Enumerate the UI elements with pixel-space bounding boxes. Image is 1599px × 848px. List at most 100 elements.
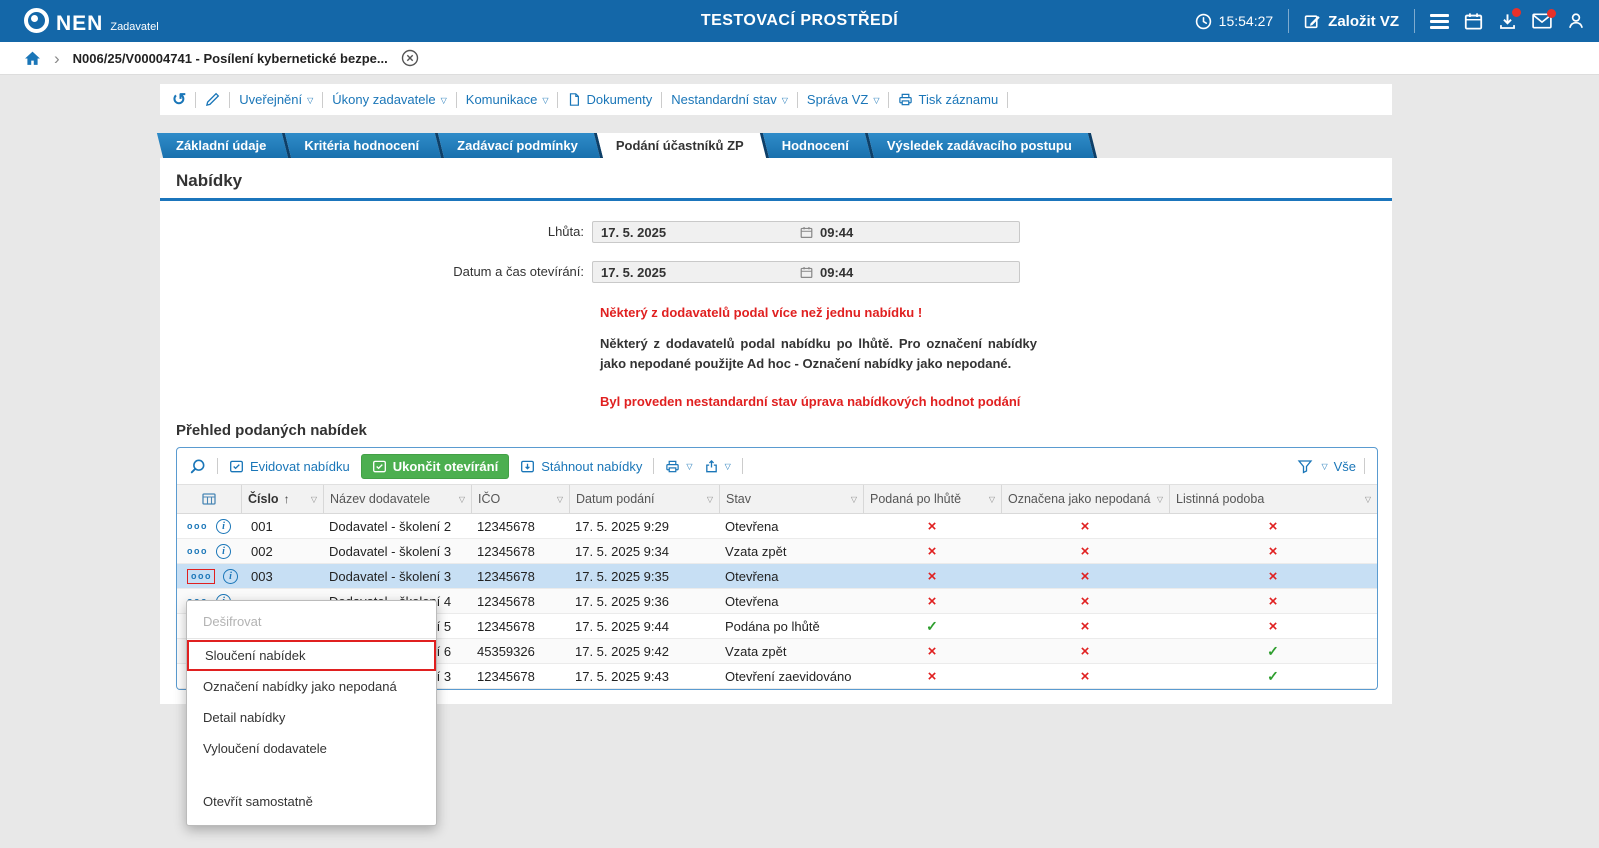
row-actions-icon[interactable]: ooo [187,522,208,531]
col-stav[interactable]: Stav▽ [719,485,863,513]
tab-zakladni-udaje[interactable]: Základní údaje [160,133,288,158]
tab-kriteria-hodnoceni[interactable]: Kritéria hodnocení [288,133,441,158]
calendar-small-icon[interactable] [800,266,813,279]
lhuta-field[interactable]: 17. 5. 2025 09:44 [592,221,1020,243]
tab-vysledek-zadavaciho-postupu[interactable]: Výsledek zadávacího postupu [871,133,1094,158]
cell-nepodana: × [1001,669,1169,684]
messages-icon[interactable] [1532,13,1552,29]
cell-listinna: ✓ [1169,644,1377,658]
table-row[interactable]: ooo 002 Dodavatel - školení 3 12345678 1… [177,539,1377,564]
cell-nepodana: × [1001,519,1169,534]
table-row-selected[interactable]: ooo 003 Dodavatel - školení 3 12345678 1… [177,564,1377,589]
col-datum-podani[interactable]: Datum podání▽ [569,485,719,513]
calendar-icon[interactable] [1464,12,1483,31]
home-icon[interactable] [24,50,41,67]
cell-nepodana: × [1001,569,1169,584]
cell-nazev: Dodavatel - školení 3 [323,544,471,559]
ctx-detail-nabidky[interactable]: Detail nabídky [187,702,436,733]
cell-po-lhute: × [863,544,1001,559]
info-icon[interactable] [216,544,231,559]
stahnout-nabidky-button[interactable]: Stáhnout nabídky [520,459,642,474]
menu-ukony-zadavatele[interactable]: Úkony zadavatele▽ [332,92,447,107]
filter-triangle-icon: ▽ [557,495,563,504]
cell-stav: Otevřena [719,519,863,534]
oteviranie-time-value[interactable]: 09:44 [813,265,1019,280]
tab-zadavaci-podminky[interactable]: Zadávací podmínky [441,133,600,158]
tab-podani-ucastniku-zp[interactable]: Podání účastníků ZP [600,133,766,158]
ctx-slouceni-nabidek[interactable]: Sloučení nabídek [187,640,436,671]
filter-icon[interactable] [1297,458,1313,474]
notification-badge [1512,8,1521,17]
filter-triangle-icon: ▽ [851,495,857,504]
col-cislo[interactable]: Číslo↑▽ [241,485,323,513]
info-icon[interactable] [216,519,231,534]
cell-po-lhute: × [863,569,1001,584]
cell-stav: Vzata zpět [719,544,863,559]
nen-brand[interactable]: NEN Zadavatel [24,8,159,34]
downloads-icon[interactable] [1498,12,1517,31]
row-actions-icon[interactable]: ooo [187,569,215,584]
breadcrumb[interactable]: N006/25/V00004741 - Posílení kybernetick… [73,51,388,66]
vse-dropdown[interactable]: ▽ Vše [1321,459,1356,474]
document-icon [567,92,581,107]
cell-ico: 12345678 [471,669,569,684]
filter-triangle-icon: ▽ [311,495,317,504]
lhuta-date-value[interactable]: 17. 5. 2025 [593,225,800,240]
brand-name: NEN [56,13,103,34]
menu-nestandardni-stav[interactable]: Nestandardní stav▽ [671,92,788,107]
ctx-oznaceni-nabidky-jako-nepodana[interactable]: Označení nabídky jako nepodaná [187,671,436,702]
col-listinna-podoba[interactable]: Listinná podoba▽ [1169,485,1377,513]
menu-komunikace[interactable]: Komunikace▽ [466,92,549,107]
print-table-button[interactable]: ▽ [665,459,692,474]
evidovat-nabidku-button[interactable]: Evidovat nabídku [229,459,350,474]
cell-nazev: Dodavatel - školení 2 [323,519,471,534]
cell-listinna: × [1169,569,1377,584]
menu-sprava-vz[interactable]: Správa VZ▽ [807,92,880,107]
ctx-vylouceni-dodavatele[interactable]: Vyloučení dodavatele [187,733,436,764]
col-podana-po-lhute[interactable]: Podaná po lhůtě▽ [863,485,1001,513]
col-oznacena-jako-nepodana[interactable]: Označena jako nepodaná▽ [1001,485,1169,513]
lhuta-time-value[interactable]: 09:44 [813,225,1019,240]
cell-nazev: Dodavatel - školení 3 [323,569,471,584]
close-icon[interactable] [401,49,419,67]
cell-listinna: × [1169,544,1377,559]
search-icon[interactable] [189,458,206,475]
menu-uverejneni[interactable]: Uveřejnění▽ [239,92,313,107]
chevron-down-icon: ▽ [782,97,788,105]
breadcrumb-bar: › N006/25/V00004741 - Posílení kyberneti… [0,42,1599,75]
table-row[interactable]: ooo 001 Dodavatel - školení 2 12345678 1… [177,514,1377,539]
col-nazev-dodavatele[interactable]: Název dodavatele▽ [323,485,471,513]
history-icon[interactable]: ↺ [172,91,186,108]
cell-listinna: × [1169,619,1377,634]
create-vz-button[interactable]: Založit VZ [1304,13,1399,30]
lhuta-label: Lhůta: [160,221,592,243]
oteviranie-field[interactable]: 17. 5. 2025 09:44 [592,261,1020,283]
cell-datum: 17. 5. 2025 9:36 [569,594,719,609]
alert-multiple-bids: Některý z dodavatelů podal více než jedn… [600,305,922,320]
row-actions-icon[interactable]: ooo [187,547,208,556]
oteviranie-date-value[interactable]: 17. 5. 2025 [593,265,800,280]
calendar-small-icon[interactable] [800,226,813,239]
ctx-otevrit-samostatne[interactable]: Otevřít samostatně [187,786,436,817]
table-header-row: Číslo↑▽ Název dodavatele▽ IČO▽ Datum pod… [177,484,1377,514]
ukoncit-oteviranie-button[interactable]: Ukončit otevírání [361,454,509,479]
cell-ico: 12345678 [471,544,569,559]
col-ico[interactable]: IČO▽ [471,485,569,513]
cell-datum: 17. 5. 2025 9:34 [569,544,719,559]
info-icon[interactable] [223,569,238,584]
cell-datum: 17. 5. 2025 9:29 [569,519,719,534]
nen-logo-icon [24,8,49,33]
edit-pencil-icon[interactable] [205,92,220,107]
menu-icon[interactable] [1430,14,1449,29]
edit-square-icon [1304,13,1321,30]
menu-dokumenty[interactable]: Dokumenty [567,92,652,107]
chevron-down-icon: ▽ [725,463,731,471]
environment-title: TESTOVACÍ PROSTŘEDÍ [701,12,898,30]
topbar-separator [1288,9,1289,33]
tab-hodnoceni[interactable]: Hodnocení [766,133,871,158]
cell-datum: 17. 5. 2025 9:44 [569,619,719,634]
column-chooser-icon[interactable] [177,485,241,513]
user-icon[interactable] [1567,12,1585,30]
print-record-button[interactable]: Tisk záznamu [898,92,998,107]
export-button[interactable]: ▽ [704,459,731,474]
